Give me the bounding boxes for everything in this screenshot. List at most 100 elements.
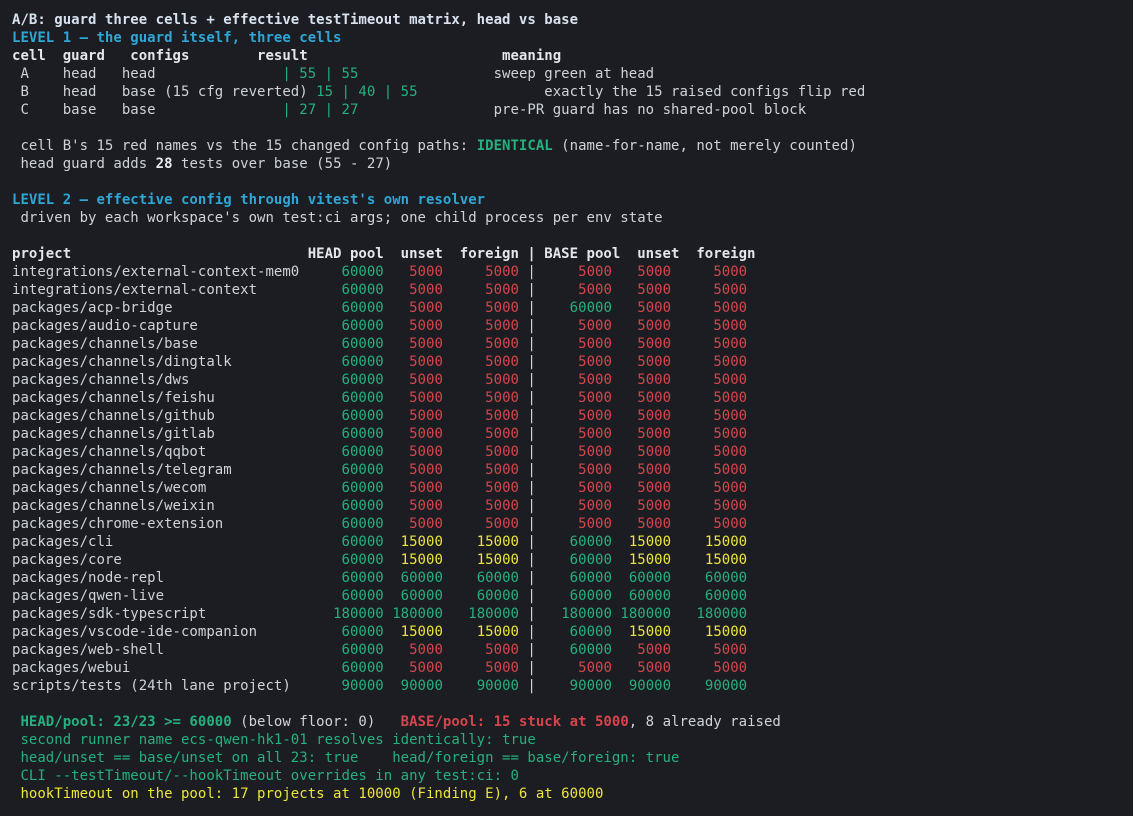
base-value: 5000	[535, 282, 612, 298]
head-value: 5000	[442, 282, 519, 298]
project-name: packages/channels/wecom	[12, 480, 308, 496]
level2-heading: LEVEL 2 — effective config through vites…	[12, 192, 486, 208]
base-value: 5000	[671, 480, 748, 496]
base-value: 60000	[535, 534, 612, 550]
project-name: packages/channels/github	[12, 408, 308, 424]
head-value: 5000	[442, 300, 519, 316]
base-value: 5000	[671, 444, 748, 460]
head-value: 5000	[442, 516, 519, 532]
project-name: packages/channels/weixin	[12, 498, 308, 514]
base-value: 60000	[611, 588, 672, 604]
base-pool-note: , 8 already raised	[628, 714, 781, 730]
base-value: 5000	[611, 282, 672, 298]
column-divider: |	[518, 462, 536, 478]
head-value: 5000	[383, 426, 443, 442]
table-row: packages/channels/gitlab 60000 5000 5000…	[12, 425, 747, 443]
head-value: 5000	[383, 282, 443, 298]
level1-heading: LEVEL 1 — the guard itself, three cells	[12, 30, 342, 46]
project-name: packages/qwen-live	[12, 588, 308, 604]
base-value: 60000	[535, 552, 612, 568]
base-value: 5000	[671, 516, 748, 532]
base-value: 5000	[671, 372, 748, 388]
project-name: packages/channels/qqbot	[12, 444, 308, 460]
head-value: 60000	[307, 660, 384, 676]
head-value: 60000	[383, 570, 443, 586]
project-name: packages/channels/dingtalk	[12, 354, 308, 370]
head-value: 60000	[307, 624, 384, 640]
identical-line: cell B's 15 red names vs the 15 changed …	[12, 137, 857, 155]
base-value: 5000	[611, 516, 672, 532]
head-value: 180000	[442, 606, 519, 622]
column-divider: |	[518, 318, 536, 334]
column-divider: |	[518, 408, 536, 424]
head-value: 5000	[383, 354, 443, 370]
head-value: 60000	[307, 318, 384, 334]
column-divider: |	[518, 642, 536, 658]
base-value: 5000	[671, 264, 748, 280]
level1-meaning: sweep green at head	[493, 66, 655, 82]
base-value: 5000	[611, 660, 672, 676]
table-row: packages/channels/github 60000 5000 5000…	[12, 407, 747, 425]
head-value: 5000	[442, 336, 519, 352]
base-value: 5000	[611, 462, 672, 478]
head-value: 60000	[307, 516, 384, 532]
project-name: packages/channels/gitlab	[12, 426, 308, 442]
column-divider: |	[518, 624, 536, 640]
base-value: 5000	[535, 354, 612, 370]
table-row: packages/channels/base 60000 5000 5000 |…	[12, 335, 747, 353]
head-value: 60000	[307, 462, 384, 478]
column-divider: |	[518, 354, 536, 370]
column-divider: |	[518, 372, 536, 388]
project-name: packages/sdk-typescript	[12, 606, 308, 622]
head-value: 60000	[307, 264, 384, 280]
head-value: 5000	[442, 462, 519, 478]
base-value: 5000	[535, 426, 612, 442]
base-value: 15000	[671, 552, 748, 568]
adds-prefix: head guard adds	[12, 156, 156, 172]
head-value: 5000	[383, 318, 443, 334]
head-value: 5000	[383, 516, 443, 532]
column-divider: |	[518, 444, 536, 460]
project-name: packages/chrome-extension	[12, 516, 308, 532]
base-value: 5000	[535, 660, 612, 676]
head-value: 5000	[442, 480, 519, 496]
table-row: packages/channels/weixin 60000 5000 5000…	[12, 497, 747, 515]
table-row: packages/web-shell 60000 5000 5000 | 600…	[12, 641, 747, 659]
head-value: 5000	[442, 264, 519, 280]
head-value: 5000	[383, 372, 443, 388]
identical-suffix: (name-for-name, not merely counted)	[552, 138, 857, 154]
project-name: integrations/external-context	[12, 282, 308, 298]
head-value: 90000	[383, 678, 443, 694]
table-row: scripts/tests (24th lane project) 90000 …	[12, 677, 747, 695]
base-value: 5000	[611, 390, 672, 406]
project-name: packages/core	[12, 552, 308, 568]
project-name: scripts/tests (24th lane project)	[12, 678, 308, 694]
base-value: 5000	[671, 318, 748, 334]
head-value: 5000	[383, 336, 443, 352]
column-divider: |	[518, 264, 536, 280]
base-value: 5000	[671, 408, 748, 424]
head-value: 60000	[307, 282, 384, 298]
column-divider: |	[518, 480, 536, 496]
project-name: packages/channels/telegram	[12, 462, 308, 478]
head-value: 5000	[442, 498, 519, 514]
head-value: 60000	[307, 390, 384, 406]
base-value: 60000	[535, 570, 612, 586]
head-value: 5000	[383, 660, 443, 676]
project-name: integrations/external-context-mem0	[12, 264, 308, 280]
base-value: 60000	[535, 588, 612, 604]
base-value: 5000	[611, 642, 672, 658]
base-value: 15000	[671, 534, 748, 550]
head-value: 5000	[383, 390, 443, 406]
head-value: 60000	[383, 588, 443, 604]
level1-cell: A head head	[12, 66, 283, 82]
base-value: 60000	[671, 570, 748, 586]
head-value: 5000	[442, 372, 519, 388]
level1-cell: C base base	[12, 102, 283, 118]
head-value: 5000	[383, 480, 443, 496]
table-row: packages/channels/dws 60000 5000 5000 | …	[12, 371, 747, 389]
base-value: 5000	[535, 372, 612, 388]
project-name: packages/acp-bridge	[12, 300, 308, 316]
head-value: 60000	[307, 354, 384, 370]
column-divider: |	[518, 498, 536, 514]
